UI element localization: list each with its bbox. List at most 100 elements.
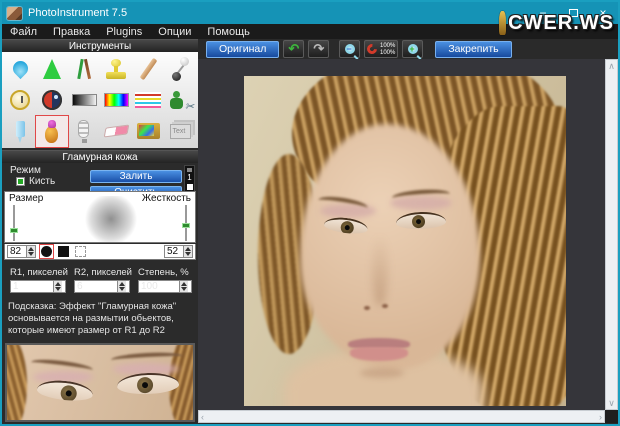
- size-slider-thumb[interactable]: [10, 228, 18, 233]
- window-title: PhotoInstrument 7.5: [28, 7, 128, 19]
- redo-icon: ↷: [313, 41, 325, 56]
- clone-scissors-icon: ✂: [168, 89, 194, 113]
- menu-options[interactable]: Опции: [150, 24, 199, 39]
- mode-label: Режим: [10, 165, 41, 176]
- size-slider[interactable]: [10, 205, 18, 241]
- redo-button[interactable]: ↷: [308, 40, 330, 58]
- color-stripes-icon: [135, 91, 161, 108]
- tool-dumbbell[interactable]: [164, 53, 196, 84]
- watermark: CWER.WS: [499, 11, 614, 35]
- tool-clone-scissors[interactable]: ✂: [164, 84, 196, 115]
- glamour-panel-header: Гламурная кожа: [2, 150, 198, 163]
- scroll-right-arrow[interactable]: ›: [597, 411, 604, 423]
- tool-tv[interactable]: [132, 116, 164, 147]
- portrait-image[interactable]: [244, 76, 566, 406]
- undo-icon: ↶: [288, 41, 300, 56]
- tool-stamp[interactable]: [100, 53, 132, 84]
- dashed-shape-icon: [75, 246, 86, 257]
- hardness-down-arrow[interactable]: [184, 251, 192, 257]
- fill-button[interactable]: Залить: [90, 170, 182, 183]
- scroll-down-arrow[interactable]: ∨: [606, 397, 617, 409]
- tool-bulb[interactable]: [68, 116, 100, 147]
- app-window: PhotoInstrument 7.5 − × Файл Правка Plug…: [0, 0, 620, 426]
- scrollbar-corner: [605, 410, 618, 423]
- undo-button[interactable]: ↶: [283, 40, 305, 58]
- brush-shape-square[interactable]: [57, 245, 70, 258]
- circle-shape-icon: [41, 246, 52, 257]
- statuette-icon: [499, 11, 507, 35]
- rainbow-gradient-icon: [103, 92, 129, 107]
- zoom-out-button[interactable]: −: [339, 40, 361, 58]
- size-spinner[interactable]: 82: [7, 245, 36, 258]
- hardness-spinner[interactable]: 52: [164, 245, 193, 258]
- tool-tube[interactable]: [4, 116, 36, 147]
- r1-label: R1, пикселей: [10, 267, 68, 278]
- zoom-in-button[interactable]: +: [402, 40, 424, 58]
- degree-spinner[interactable]: 100: [138, 280, 192, 293]
- tool-pencils[interactable]: [68, 53, 100, 84]
- tool-text[interactable]: Text: [164, 116, 196, 147]
- droplet-icon: [9, 58, 31, 80]
- brush-preview-blob: [83, 196, 139, 242]
- brush-label: Кисть: [29, 176, 56, 187]
- tools-grid: ✂ Text: [2, 52, 198, 149]
- portrait-lower-lip: [350, 347, 408, 361]
- lens-icon: [42, 89, 62, 110]
- zoom-level-text: 100% 100%: [379, 43, 396, 56]
- tool-nail-file[interactable]: [132, 53, 164, 84]
- brush-checkbox[interactable]: [16, 177, 25, 186]
- r2-spinner[interactable]: 6: [74, 280, 130, 293]
- original-button[interactable]: Оригинал: [206, 40, 280, 58]
- r2-down[interactable]: [118, 286, 126, 292]
- tool-color-stripes[interactable]: [132, 84, 164, 115]
- zoom-reset-button[interactable]: 100% 100%: [364, 40, 399, 58]
- watermark-text: CWER.WS: [508, 12, 614, 34]
- tool-droplet[interactable]: [4, 53, 36, 84]
- canvas-area: Оригинал ↶ ↷ − 100% 100% + Закрепить ∧ ∨…: [198, 39, 618, 424]
- size-slider-track: [13, 205, 15, 241]
- image-canvas[interactable]: [198, 59, 605, 410]
- tool-cone[interactable]: [36, 53, 68, 84]
- tool-clock[interactable]: [4, 84, 36, 115]
- brush-shape-circle[interactable]: [39, 244, 54, 259]
- eraser-icon: [103, 124, 129, 138]
- r1-down[interactable]: [54, 286, 62, 292]
- scroll-left-arrow[interactable]: ‹: [199, 411, 206, 423]
- vertical-scrollbar[interactable]: ∧ ∨: [605, 59, 618, 410]
- menu-help[interactable]: Помощь: [199, 24, 258, 39]
- degree-down[interactable]: [180, 286, 188, 292]
- canvas-toolbar: Оригинал ↶ ↷ − 100% 100% + Закрепить: [198, 39, 618, 59]
- text-tool-icon: Text: [169, 123, 191, 139]
- horizontal-scrollbar[interactable]: ‹ ›: [198, 410, 605, 423]
- size-label: Размер: [9, 193, 44, 204]
- menu-plugins[interactable]: Plugins: [98, 24, 150, 39]
- r2-value: 6: [77, 281, 83, 292]
- portrait-nose-shadow: [372, 234, 388, 306]
- tool-rainbow-gradient[interactable]: [100, 84, 132, 115]
- tool-grayscale-gradient[interactable]: [68, 84, 100, 115]
- dumbbell-icon: [168, 56, 192, 81]
- square-shape-icon: [58, 246, 69, 257]
- eye-preview-thumbnail: [5, 343, 195, 422]
- tool-lens[interactable]: [36, 84, 68, 115]
- size-down-arrow[interactable]: [27, 251, 35, 257]
- r1-spinner[interactable]: 1: [10, 280, 66, 293]
- menu-file[interactable]: Файл: [2, 24, 45, 39]
- degree-value: 100: [141, 281, 158, 292]
- brush-mode-row: Кисть: [16, 176, 55, 187]
- bulb-icon: [71, 119, 97, 144]
- layer-number: 1: [187, 173, 192, 182]
- layer-dot-icon: [187, 168, 192, 172]
- glamour-bottle-icon: [39, 119, 65, 144]
- brush-shape-dashed[interactable]: [74, 245, 87, 258]
- scroll-up-arrow[interactable]: ∧: [606, 60, 617, 72]
- pin-button[interactable]: Закрепить: [435, 40, 512, 58]
- tool-eraser[interactable]: [100, 116, 132, 147]
- hardness-slider[interactable]: [182, 205, 190, 241]
- hardness-slider-thumb[interactable]: [182, 223, 190, 228]
- menu-edit[interactable]: Правка: [45, 24, 98, 39]
- hint-text: Подсказка: Эффект "Гламурная кожа" основ…: [8, 301, 177, 336]
- grayscale-gradient-icon: [71, 93, 97, 106]
- portrait-nostril-left: [364, 306, 370, 310]
- tool-glamour-skin[interactable]: [35, 114, 69, 149]
